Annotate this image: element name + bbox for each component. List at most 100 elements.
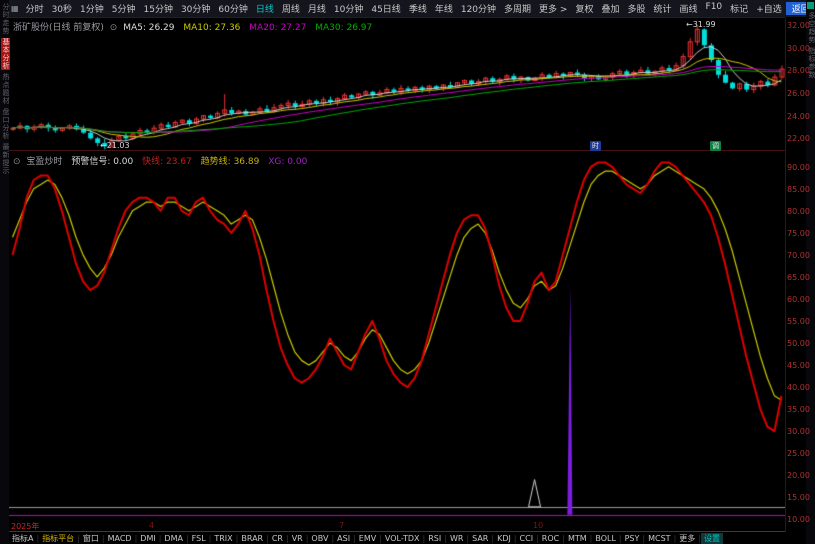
period-tab[interactable]: 1分钟 bbox=[76, 2, 108, 15]
period-tab[interactable]: 更多 > bbox=[535, 2, 571, 15]
axis-divider bbox=[785, 18, 786, 532]
indicator-tab[interactable]: MCST bbox=[645, 534, 673, 543]
indicator-tab[interactable]: DMA bbox=[161, 534, 186, 543]
chart-mini-badge[interactable]: 时 bbox=[590, 141, 601, 151]
settings-button[interactable]: 设置 bbox=[700, 533, 723, 544]
indicator-tab[interactable]: ASI bbox=[334, 534, 353, 543]
chart-mini-badge[interactable]: 调 bbox=[710, 141, 721, 151]
period-tab[interactable]: 45日线 bbox=[367, 2, 404, 15]
indicator-tab[interactable]: TRIX bbox=[211, 534, 235, 543]
indicator-tab[interactable]: KDJ bbox=[494, 534, 514, 543]
indicator-chart-canvas[interactable] bbox=[9, 152, 785, 532]
period-tab[interactable]: 年线 bbox=[431, 2, 457, 15]
period-tab[interactable]: 分时 bbox=[22, 2, 48, 15]
axis-tick-label: 15.00 bbox=[787, 493, 810, 502]
toolbar-action[interactable]: 统计 bbox=[650, 2, 676, 15]
indicator-panel-title: ⊙ 宝盈炒时 预警信号: 0.00 快线: 23.67 趋势线: 36.89 X… bbox=[13, 154, 307, 167]
axis-tick-label: 65.00 bbox=[787, 273, 810, 282]
indicator-settings-icon[interactable]: ⊙ bbox=[13, 157, 24, 167]
indicator-tab[interactable]: FSL bbox=[189, 534, 209, 543]
axis-tick-label: 60.00 bbox=[787, 295, 810, 304]
indicator-tab[interactable]: ROC bbox=[539, 534, 562, 543]
toolbar-action[interactable]: 标记 bbox=[726, 2, 752, 15]
indicator-name[interactable]: 宝盈炒时 bbox=[26, 157, 68, 167]
period-tab[interactable]: 60分钟 bbox=[214, 2, 251, 15]
ma30-value: MA30: 26.97 bbox=[315, 23, 373, 33]
period-tab[interactable]: 15分钟 bbox=[140, 2, 177, 15]
top-toolbar: ▦ 分时 30秒 1分钟 5分钟 15分钟 30分钟 60分钟 日线 周线 月线 10分钟 45日线季… bbox=[9, 0, 815, 17]
axis-tick-label: 24.00 bbox=[787, 112, 810, 121]
period-tab[interactable]: 30秒 bbox=[48, 2, 76, 15]
indicator-tab[interactable]: VOL-TDX bbox=[382, 534, 423, 543]
axis-tick-label: 10.00 bbox=[787, 515, 810, 524]
toolbar-action[interactable]: 复权 bbox=[571, 2, 597, 15]
axis-tick-label: 26.00 bbox=[787, 89, 810, 98]
month-tick-label: 10 bbox=[533, 521, 544, 530]
indicator-tab[interactable]: PSY bbox=[622, 534, 643, 543]
axis-tick-label: 28.00 bbox=[787, 66, 810, 75]
toolbar-action[interactable]: 叠加 bbox=[597, 2, 623, 15]
toolbar-right-group: 复权 叠加 多股 统计 画线 F10 标记 +自选 返回 bbox=[571, 2, 815, 15]
stock-app-window: 分时走势 基本分析 热点题材 盘口分析 最新提示 ▦ 分时 30秒 1分钟 5分钟 15分钟 30… bbox=[0, 0, 815, 544]
indicator-tab[interactable]: 指标A bbox=[9, 533, 36, 544]
candlestick-chart-canvas[interactable] bbox=[9, 18, 785, 152]
indicator-tab[interactable]: OBV bbox=[308, 534, 331, 543]
indicator-tab[interactable]: CR bbox=[269, 534, 286, 543]
low-price-annotation: ←21.03 bbox=[100, 141, 130, 150]
axis-tick-label: 70.00 bbox=[787, 251, 810, 260]
axis-tick-label: 45.00 bbox=[787, 361, 810, 370]
year-label: 2025年 bbox=[11, 522, 40, 531]
axis-tick-label: 20.00 bbox=[787, 471, 810, 480]
period-tab[interactable]: 日线 bbox=[252, 2, 278, 15]
indicator-tab[interactable]: 指标平台 bbox=[39, 533, 77, 544]
indicator-tab[interactable]: BOLL bbox=[592, 534, 619, 543]
menu-grid-icon[interactable]: ▦ bbox=[9, 4, 22, 13]
corner-badge-icon[interactable] bbox=[807, 2, 814, 9]
high-price-annotation: ←31.99 bbox=[686, 20, 716, 29]
period-tab[interactable]: 季线 bbox=[405, 2, 431, 15]
indicator-tab[interactable]: WR bbox=[447, 534, 466, 543]
indicator-tab[interactable]: DMI bbox=[137, 534, 158, 543]
period-tab[interactable]: 月线 bbox=[304, 2, 330, 15]
axis-tick-label: 25.00 bbox=[787, 449, 810, 458]
indicator-tab[interactable]: CCI bbox=[517, 534, 537, 543]
toolbar-action[interactable]: +自选 bbox=[752, 2, 786, 15]
period-tabs: 分时 30秒 1分钟 5分钟 15分钟 30分钟 60分钟 日线 周线 月线 10分钟 45日线 季线年… bbox=[22, 2, 572, 15]
indicator-tab[interactable]: MTM bbox=[565, 534, 590, 543]
ma20-value: MA20: 27.27 bbox=[249, 23, 307, 33]
stock-name-label[interactable]: 浙矿股份(日线 前复权) bbox=[13, 23, 104, 33]
period-tab[interactable]: 120分钟 bbox=[457, 2, 500, 15]
month-tick-label: 4 bbox=[149, 521, 155, 530]
indicator-gear-icon[interactable]: ⊙ bbox=[107, 23, 121, 33]
period-tab[interactable]: 5分钟 bbox=[108, 2, 140, 15]
xg-value: XG: 0.00 bbox=[268, 157, 308, 167]
period-tab[interactable]: 多周期 bbox=[500, 2, 535, 15]
panel-divider bbox=[9, 150, 785, 151]
period-tab[interactable]: 10分钟 bbox=[330, 2, 367, 15]
indicator-tab[interactable]: BRAR bbox=[238, 534, 266, 543]
period-tab[interactable]: 30分钟 bbox=[177, 2, 214, 15]
axis-tick-label: 32.00 bbox=[787, 21, 810, 30]
indicator-tab[interactable]: RSI bbox=[425, 534, 444, 543]
candle-panel-title: 浙矿股份(日线 前复权) ⊙ MA5: 26.29 MA10: 27.36 MA… bbox=[13, 20, 372, 33]
indicator-tab[interactable]: EMV bbox=[356, 534, 379, 543]
indicator-tab[interactable]: 更多 bbox=[676, 533, 698, 544]
axis-tick-label: 40.00 bbox=[787, 383, 810, 392]
month-tick-label: 7 bbox=[339, 521, 345, 530]
date-axis: 2025年 4 7 10 bbox=[9, 521, 785, 531]
axis-tick-label: 75.00 bbox=[787, 229, 810, 238]
toolbar-action[interactable]: F10 bbox=[702, 2, 727, 15]
indicator-tab[interactable]: MACD bbox=[105, 534, 135, 543]
warn-signal-value: 预警信号: 0.00 bbox=[71, 157, 134, 167]
toolbar-action[interactable]: 画线 bbox=[676, 2, 702, 15]
left-sidebar: 分时走势 基本分析 热点题材 盘口分析 最新提示 bbox=[0, 0, 10, 544]
toolbar-action[interactable]: 多股 bbox=[623, 2, 649, 15]
axis-tick-label: 85.00 bbox=[787, 185, 810, 194]
indicator-tab-bar: 指标A | 指标平台 | 窗口 | MACD | DMI | DMA | FSL | TRIX | BRAR | C… bbox=[9, 533, 806, 544]
toolbar-divider bbox=[9, 17, 785, 18]
indicator-tab[interactable]: VR bbox=[289, 534, 306, 543]
indicator-tab[interactable]: 窗口 bbox=[80, 533, 102, 544]
axis-tick-label: 50.00 bbox=[787, 339, 810, 348]
period-tab[interactable]: 周线 bbox=[278, 2, 304, 15]
indicator-tab[interactable]: SAR bbox=[469, 534, 491, 543]
